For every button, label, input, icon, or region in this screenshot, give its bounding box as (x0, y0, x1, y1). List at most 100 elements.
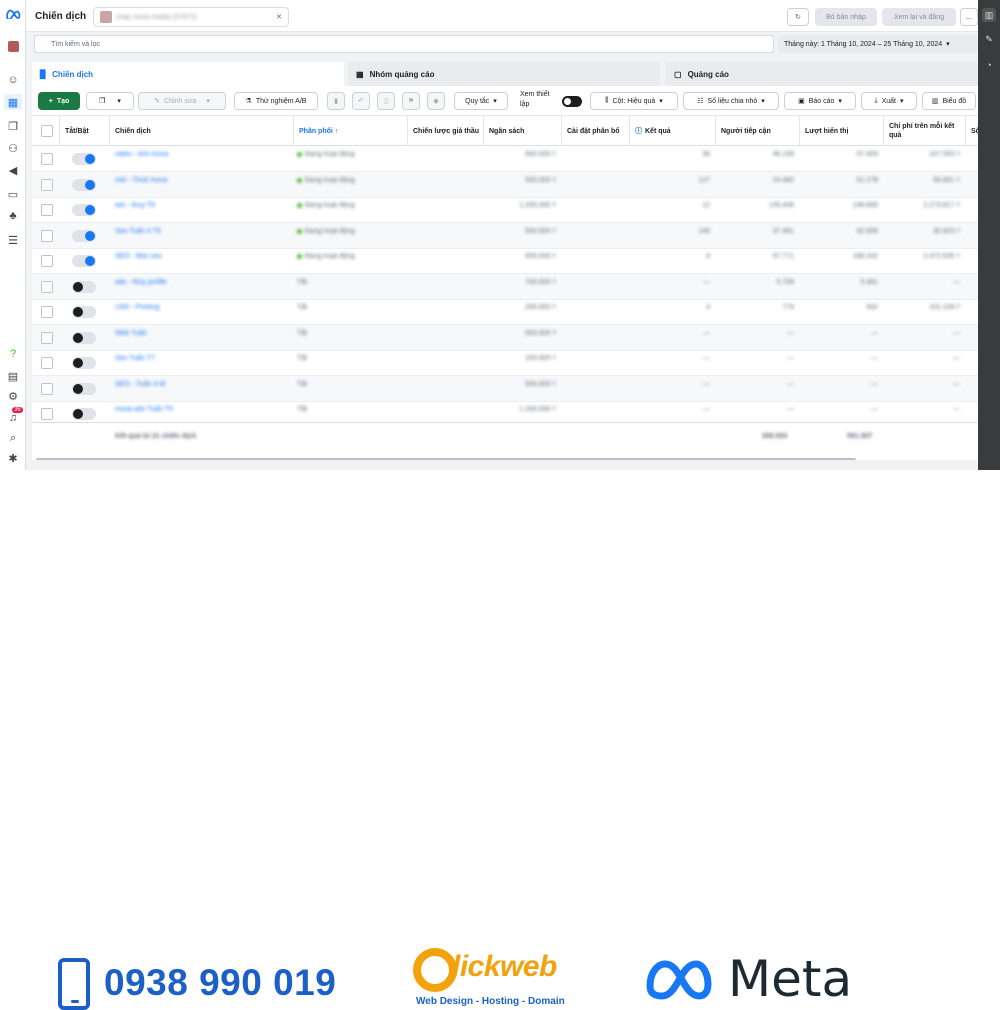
col-toggle[interactable]: Tắt/Bật (60, 116, 110, 146)
campaign-toggle[interactable] (72, 408, 96, 420)
budget-cell[interactable]: 500.000 ₫ (484, 253, 556, 260)
table-row[interactable]: video - tinh moxa Đang hoạt động 500.000 ₫… (32, 146, 978, 172)
budget-cell[interactable]: 1.200.000 ₫ (484, 202, 556, 209)
refresh-button[interactable]: ↻ (787, 8, 809, 26)
row-checkbox[interactable] (41, 178, 53, 191)
col-attribution[interactable]: Cài đặt phân bổ (562, 116, 630, 146)
history-icon[interactable]: ◔ (982, 58, 996, 72)
campaign-toggle[interactable] (72, 153, 96, 165)
table-row[interactable]: SEO - Bán seo Đang hoạt động 500.000 ₫ 4 57.… (32, 248, 978, 274)
campaign-toggle[interactable] (72, 255, 96, 267)
budget-cell[interactable]: 500.000 ₫ (484, 228, 556, 235)
table-row[interactable]: Seo Tuấn 4 T9 Đang hoạt động 500.000 ₫ 140 3… (32, 222, 978, 249)
budget-cell[interactable]: 700.000 ₫ (484, 279, 556, 286)
preview-setup-toggle[interactable] (562, 96, 582, 107)
campaign-toggle[interactable] (72, 382, 96, 395)
table-row[interactable]: Web Tuấn Tắt 500.000 ₫ — — — — (32, 324, 978, 351)
campaign-name-link[interactable]: LMS - Printing (115, 304, 159, 311)
campaign-name-link[interactable]: mkt - Thuê moxa (115, 177, 167, 184)
campaign-toggle[interactable] (72, 178, 96, 191)
campaign-name-link[interactable]: SEO - Bán seo (115, 253, 162, 260)
budget-cell[interactable]: 500.000 ₫ (484, 177, 556, 184)
tab-ad-sets[interactable]: ▦ Nhóm quảng cáo (348, 62, 660, 86)
select-all-checkbox[interactable] (41, 125, 53, 137)
row-checkbox[interactable] (41, 153, 53, 165)
row-checkbox[interactable] (41, 331, 53, 344)
row-checkbox[interactable] (41, 255, 53, 267)
campaign-toggle[interactable] (72, 229, 96, 242)
rule-button[interactable]: ⚑ (402, 92, 420, 110)
delete-button[interactable]: ▮ (327, 92, 345, 110)
campaign-name-link[interactable]: Seo Tuấn 4 T9 (115, 228, 161, 235)
table-row[interactable]: win - thuy T9 Đang hoạt động 1.200.000 ₫ 12… (32, 197, 978, 223)
billing-icon[interactable]: ▭ (4, 186, 22, 202)
edit-button[interactable]: ✎ Chỉnh sửa ▾ (138, 92, 226, 110)
horizontal-scrollbar[interactable] (36, 458, 856, 460)
col-delivery[interactable]: Phân phối ↑ (294, 116, 408, 146)
table-row[interactable]: Seo Tuấn T7 Tắt 100.000 ₫ — — — — (32, 350, 978, 376)
more-button[interactable]: ... (960, 8, 978, 26)
col-campaign[interactable]: Chiến dịch (110, 116, 294, 146)
search-input[interactable]: Tìm kiếm và lọc (34, 35, 774, 53)
campaigns-grid-icon[interactable]: ▦ (4, 94, 22, 110)
columns-dropdown[interactable]: ⫼ Cột: Hiệu quả ▾ (590, 92, 678, 110)
ab-test-button[interactable]: ⚗ Thử nghiệm A/B (234, 92, 318, 110)
campaign-toggle[interactable] (72, 306, 96, 318)
budget-cell[interactable]: 500.000 ₫ (484, 151, 556, 158)
pages-icon[interactable]: ❐ (4, 118, 22, 134)
discard-draft-button[interactable]: Bỏ bản nháp (815, 8, 877, 26)
budget-cell[interactable]: 500.000 ₫ (484, 330, 556, 337)
breakdown-dropdown[interactable]: ☷ Số liệu chia nhỏ ▾ (683, 92, 779, 110)
campaign-name-link[interactable]: ads - thủy profile (115, 279, 167, 286)
campaign-name-link[interactable]: SEO - Tuấn 4 t6 (115, 381, 165, 388)
undo-button[interactable]: ↶ (352, 92, 370, 110)
tab-campaigns[interactable]: ▉ Chiến dịch (32, 62, 344, 86)
col-results[interactable]: ⓘ Kết quả (630, 116, 716, 146)
row-checkbox[interactable] (41, 408, 53, 420)
bell-icon[interactable]: ♫ 36 (4, 407, 23, 426)
export-dropdown[interactable]: ⤓ Xuất ▾ (861, 92, 917, 110)
budget-cell[interactable]: 1.200.000 ₫ (484, 406, 556, 413)
campaign-name-link[interactable]: moxa ads Tuấn T5 (115, 406, 173, 413)
trash-button[interactable]: ▯ (377, 92, 395, 110)
smile-icon[interactable]: ☺ (4, 72, 22, 88)
settings-icon[interactable]: ⚙ (4, 388, 22, 404)
col-bid-strategy[interactable]: Chiến lược giá thầu (408, 116, 484, 146)
chart-panel-icon[interactable]: ▥ (982, 8, 996, 22)
budget-cell[interactable]: 200.000 ₫ (484, 304, 556, 311)
col-reach[interactable]: Người tiếp cận (716, 116, 800, 146)
pencil-icon[interactable]: ✎ (982, 32, 996, 46)
megaphone-icon[interactable]: ◀ (4, 162, 22, 178)
col-budget[interactable]: Ngân sách (484, 116, 562, 146)
row-checkbox[interactable] (41, 229, 53, 242)
news-icon[interactable]: ▤ (4, 368, 22, 384)
table-row[interactable]: LMS - Printing Tắt 200.000 ₫ 3 774 942 101.109… (32, 299, 978, 325)
row-checkbox[interactable] (41, 280, 53, 293)
row-checkbox[interactable] (41, 306, 53, 318)
campaign-name-link[interactable]: Seo Tuấn T7 (115, 355, 155, 362)
row-checkbox[interactable] (41, 382, 53, 395)
campaign-name-link[interactable]: video - tinh moxa (115, 151, 168, 158)
account-selector[interactable]: chay moxa media (57872) ✕ (93, 7, 289, 27)
campaign-toggle[interactable] (72, 280, 96, 293)
events-icon[interactable]: ♣ (4, 208, 22, 224)
row-checkbox[interactable] (41, 204, 53, 216)
date-range-picker[interactable]: Tháng này: 1 Tháng 10, 2024 – 25 Tháng 1… (778, 35, 978, 53)
duplicate-button[interactable]: ❐ ▾ (86, 92, 134, 110)
help-icon[interactable]: ? (4, 346, 22, 362)
search-icon[interactable]: ⌕ (4, 430, 22, 446)
close-icon[interactable]: ✕ (276, 13, 282, 21)
charts-button[interactable]: ▥ Biểu đồ (922, 92, 976, 110)
budget-cell[interactable]: 500.000 ₫ (484, 381, 556, 388)
campaign-toggle[interactable] (72, 331, 96, 344)
table-row[interactable]: mkt - Thuê moxa Đang hoạt động 500.000 ₫ 12… (32, 171, 978, 198)
campaign-name-link[interactable]: win - thuy T9 (115, 202, 155, 209)
create-button[interactable]: + Tạo (38, 92, 80, 110)
campaign-toggle[interactable] (72, 357, 96, 369)
campaign-name-link[interactable]: Web Tuấn (115, 330, 147, 337)
audience-icon[interactable]: ⚇ (4, 140, 22, 156)
budget-cell[interactable]: 100.000 ₫ (484, 355, 556, 362)
col-cost-per-result[interactable]: Chi phí trên mỗi kết quả (884, 116, 966, 146)
campaign-toggle[interactable] (72, 204, 96, 216)
reports-dropdown[interactable]: ▣ Báo cáo ▾ (784, 92, 856, 110)
